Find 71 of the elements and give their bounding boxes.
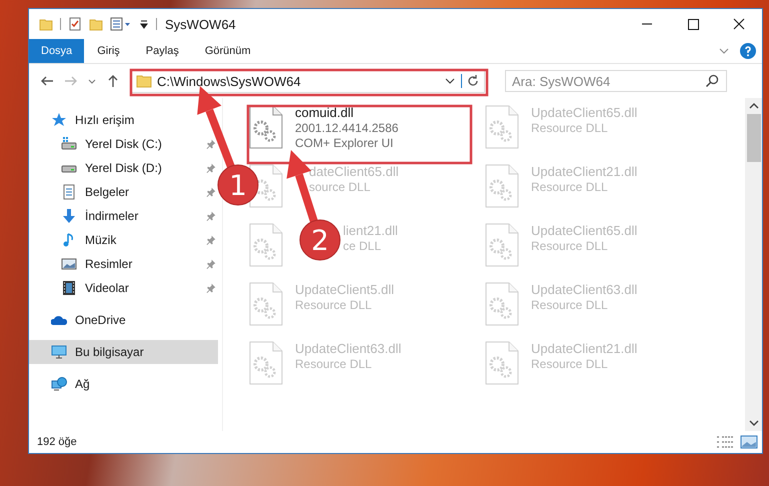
search-field[interactable]: Ara: SysWOW64 [505,70,727,92]
sidebar-item[interactable]: Videolar [29,276,218,300]
item-count: 192 öğe [37,436,78,448]
sidebar-item[interactable]: Bu bilgisayar [29,340,218,364]
callout-number: 2 [311,224,329,257]
sidebar-item[interactable]: OneDrive [29,308,130,332]
checklist-icon[interactable] [68,17,82,31]
ribbon-tab[interactable]: Görünüm [192,39,264,63]
file-name: UpdateClient5.dll [295,282,394,297]
star-icon [51,112,67,128]
gear-file-icon [485,341,519,385]
scrollbar-thumb[interactable] [746,114,760,162]
ribbon-tab[interactable]: Paylaş [132,39,192,63]
film-icon [61,280,77,296]
file-detail: Resource DLL [295,298,373,312]
chevron-up-icon[interactable] [748,102,758,110]
large-icons-view-icon[interactable] [740,435,758,449]
down-arrow-icon [61,208,77,224]
file-name: dateClient65.dll [309,164,399,179]
file-name: UpdateClient63.dll [531,282,638,297]
address-path: C:\Windows\SysWOW64 [157,74,302,88]
file-name: lient21.dll [343,223,398,238]
sidebar-item[interactable]: Resimler [29,252,218,276]
folder-icon [136,73,152,89]
file-detail: 2001.12.4414.2586 [295,121,398,135]
monitor-icon [51,344,67,360]
gear-file-icon [249,223,283,267]
properties-icon[interactable] [110,17,132,31]
file-name: UpdateClient65.dll [531,105,638,120]
drive-icon [61,136,77,152]
details-view-icon[interactable] [716,435,734,449]
gear-file-icon [249,341,283,385]
ribbon-tab[interactable]: Dosya [29,39,84,63]
file-name: UpdateClient65.dll [531,223,638,238]
file-name: UpdateClient21.dll [531,164,638,179]
file-detail: ce DLL [343,239,382,253]
window-title: SysWOW64 [165,16,237,32]
gear-file-icon [249,282,283,326]
file-detail: source DLL [309,180,372,194]
help-icon[interactable] [740,43,756,59]
file-detail: COM+ Explorer UI [295,136,394,150]
gear-file-icon [485,223,519,267]
sidebar-item[interactable]: Müzik [29,228,218,252]
address-bar[interactable]: C:\Windows\SysWOW64 [131,69,485,93]
scrollbar[interactable] [745,98,762,431]
callout-number: 1 [229,169,247,202]
sidebar-item[interactable]: Yerel Disk (D:) [29,156,218,180]
sidebar-item[interactable]: Hızlı erişim [29,108,138,132]
network-icon [51,376,67,392]
file-name: UpdateClient63.dll [295,341,402,356]
file-detail: Resource DLL [531,298,609,312]
gear-file-icon [485,164,519,208]
document-icon [61,184,77,200]
gear-file-icon [485,105,519,149]
sidebar-item[interactable]: Yerel Disk (C:) [29,132,218,156]
file-detail: Resource DLL [531,121,609,135]
file-detail: Resource DLL [531,239,609,253]
file-detail: Resource DLL [531,180,609,194]
gear-file-icon [249,105,283,149]
ribbon-tab[interactable]: Giriş [84,39,133,63]
sidebar-item[interactable]: Ağ [29,372,94,396]
sidebar-item[interactable]: İndirmeler [29,204,218,228]
file-detail: Resource DLL [531,357,609,371]
file-detail: Resource DLL [295,357,373,371]
gear-file-icon [485,282,519,326]
file-name: comuid.dll [295,105,355,120]
chevron-down-icon[interactable] [748,419,758,427]
picture-icon [61,256,77,272]
file-name: UpdateClient21.dll [531,341,638,356]
sidebar-item[interactable]: Belgeler [29,180,218,204]
refresh-icon[interactable] [461,74,480,88]
